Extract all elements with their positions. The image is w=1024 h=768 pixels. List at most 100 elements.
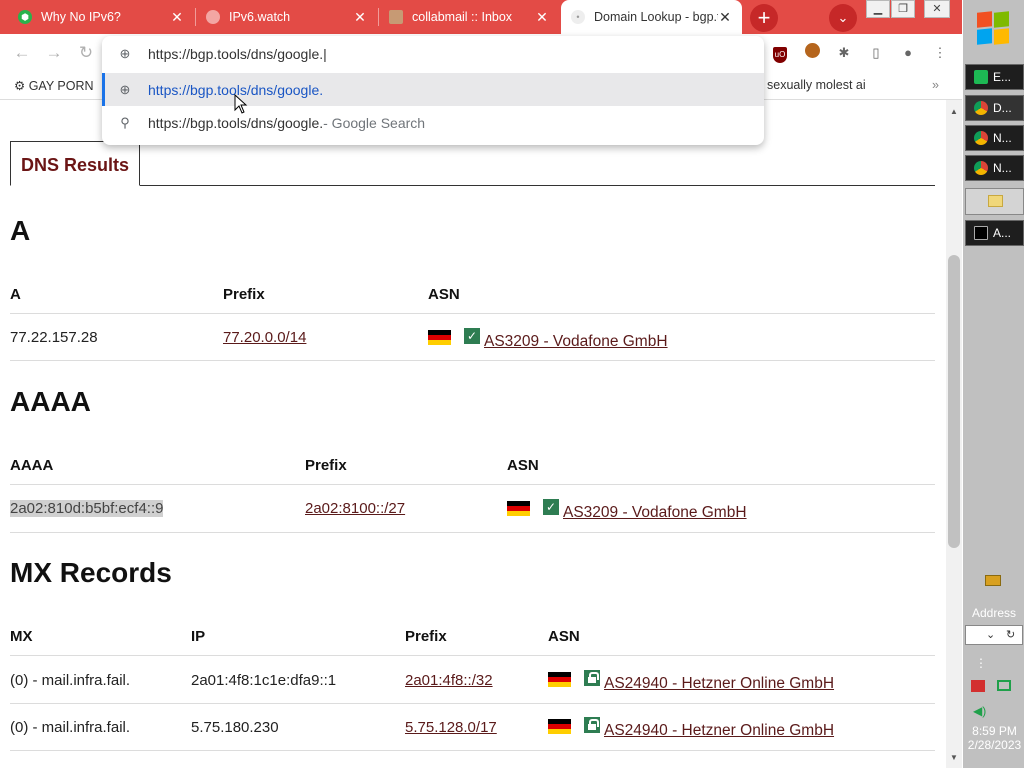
germany-flag-icon [507,501,530,516]
keyboard-icon[interactable] [985,575,1001,586]
aaaa-record-value: 2a02:810d:b5bf:ecf4::9 [10,500,164,517]
a-record-value: 77.22.157.28 [10,329,98,346]
globe-icon [206,10,220,24]
taskbar-item[interactable]: N... [965,125,1024,151]
divider [10,313,935,314]
germany-flag-icon [548,719,571,734]
windows-start-icon[interactable] [977,11,1011,46]
asn-link[interactable]: AS24940 - Hetzner Online GmbH [604,675,834,693]
column-header: ASN [507,457,539,474]
results-tab-strip: DNS Results [10,141,935,186]
close-icon[interactable]: ✕ [353,9,367,26]
taskbar-item-label: A... [993,226,1012,240]
ublock-icon[interactable]: uO [770,43,790,63]
taskbar-item[interactable]: A... [965,220,1024,246]
tab-title: Domain Lookup - bgp.tools [594,10,718,24]
divider [10,532,935,533]
forward-icon[interactable]: → [44,43,64,63]
column-header: Prefix [405,628,447,645]
taskbar-item[interactable]: D... [965,95,1024,121]
lock-badge-icon [584,670,600,686]
divider [10,655,935,656]
asn-cell: AS24940 - Hetzner Online GmbH [548,670,834,693]
scrollbar-thumb[interactable] [948,255,960,548]
column-header: IP [191,628,206,645]
omnibox-suggestion-search[interactable]: ⚲ https://bgp.tools/dns/google. - Google… [102,106,764,139]
taskbar-item-label: E... [993,70,1012,84]
mx-ip-value: 5.75.180.230 [191,719,279,736]
close-icon[interactable]: ✕ [535,9,549,26]
omnibox-dropdown: ⊕ https://bgp.tools/dns/google.| ⊕ https… [102,36,764,145]
extension-avatar-icon[interactable] [802,43,822,63]
address-bar-input[interactable]: ⊕ https://bgp.tools/dns/google.| [102,37,764,70]
back-icon[interactable]: ← [12,43,32,63]
volume-icon[interactable]: ◀) [973,704,986,718]
suggestion-search-text: https://bgp.tools/dns/google. [148,114,324,131]
bookmark-item[interactable]: sexually molest ai [767,78,866,92]
console-icon [974,226,988,240]
close-icon[interactable]: ✕ [170,9,184,26]
reload-icon[interactable]: ↻ [76,43,96,63]
section-heading-mx: MX Records [10,557,172,588]
tab-collabmail[interactable]: collabmail :: Inbox ✕ [379,2,559,32]
mail-icon [389,10,403,24]
tab-search-button[interactable]: ⌄ [829,4,857,32]
vertical-scrollbar[interactable]: ▲ ▼ [946,100,962,768]
chrome-icon [974,101,988,115]
minimize-button[interactable]: ▁ [866,0,890,18]
network-icon[interactable] [997,680,1011,691]
omnibox-suggestion-url[interactable]: ⊕ https://bgp.tools/dns/google. [102,73,764,106]
close-window-button[interactable]: ✕ [924,0,950,18]
bookmark-item[interactable]: ⚙ GAY PORN [14,78,94,93]
taskbar-item[interactable]: N... [965,155,1024,181]
mx-record-value: (0) - mail.infra.fail. [10,719,131,736]
tab-title: collabmail :: Inbox [412,10,513,24]
go-refresh-icon[interactable]: ↻ [1006,628,1015,641]
flag-notification-icon[interactable] [971,680,985,692]
app-icon [974,70,988,84]
taskbar-item[interactable]: E... [965,64,1024,90]
maximize-button[interactable]: ❐ [891,0,915,18]
taskbar-item-label: N... [993,161,1012,175]
clock-date[interactable]: 2/28/2023 [965,738,1024,752]
germany-flag-icon [428,330,451,345]
dropdown-icon[interactable]: ⌄ [986,628,995,641]
taskbar-item-label: N... [993,131,1012,145]
column-header: ASN [548,628,580,645]
chrome-icon [974,161,988,175]
menu-dots-icon[interactable]: ⋮ [930,43,950,63]
tab-why-no-ipv6[interactable]: ⬢ Why No IPv6? ✕ [8,2,194,32]
profile-icon[interactable]: ● [898,43,918,63]
scroll-down-icon[interactable]: ▼ [950,753,958,762]
bookmarks-overflow-icon[interactable]: » [932,78,939,92]
green-shield-icon: ⬢ [18,10,32,24]
taskbar-folder-item[interactable] [965,188,1024,215]
scroll-up-icon[interactable]: ▲ [950,107,958,116]
asn-link[interactable]: AS3209 - Vodafone GmbH [484,333,668,351]
asn-link[interactable]: AS24940 - Hetzner Online GmbH [604,722,834,740]
tab-domain-lookup[interactable]: • Domain Lookup - bgp.tools ✕ [561,0,742,34]
tab-dns-results[interactable]: DNS Results [10,141,141,186]
extensions-puzzle-icon[interactable]: ✱ [834,43,854,63]
asn-link[interactable]: AS3209 - Vodafone GmbH [563,504,747,522]
column-header: Prefix [223,286,265,303]
mouse-cursor-icon [234,94,248,114]
new-tab-button[interactable]: + [750,4,778,32]
bookmark-gear-icon: ⚙ [14,79,26,93]
prefix-link[interactable]: 2a01:4f8::/32 [405,672,493,689]
clock-time[interactable]: 8:59 PM [965,724,1024,738]
address-bar-value: https://bgp.tools/dns/google.| [148,45,327,62]
side-panel-icon[interactable]: ▯ [866,43,886,63]
tab-ipv6-watch[interactable]: IPv6.watch ✕ [196,2,377,32]
prefix-link[interactable]: 5.75.128.0/17 [405,719,497,736]
close-icon[interactable]: ✕ [718,9,732,26]
asn-cell: ✓ AS3209 - Vodafone GmbH [507,499,747,522]
tab-bar: ⬢ Why No IPv6? ✕ IPv6.watch ✕ collabmail… [0,0,962,34]
prefix-link[interactable]: 2a02:8100::/27 [305,500,405,517]
tab-title: Why No IPv6? [41,10,121,24]
prefix-link[interactable]: 77.20.0.0/14 [223,329,306,346]
folder-icon [988,195,1003,207]
section-heading-aaaa: AAAA [10,386,91,417]
asn-cell: AS24940 - Hetzner Online GmbH [548,717,834,740]
address-toolbar-input[interactable]: ⌄ ↻ [965,625,1023,645]
